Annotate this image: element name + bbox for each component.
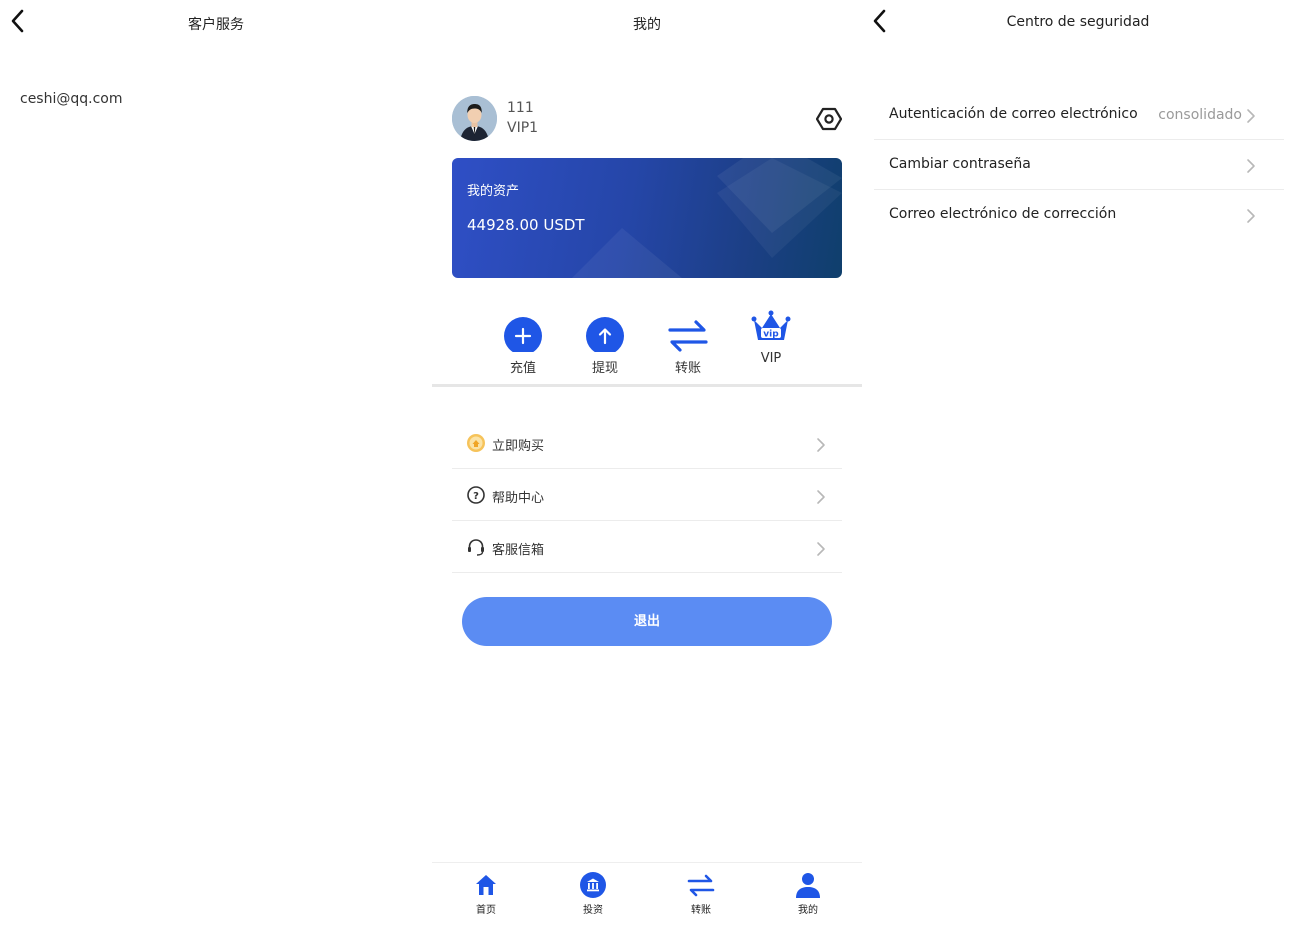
menu-item-service-mailbox[interactable]: 客服信箱 xyxy=(452,521,842,573)
withdraw-button[interactable]: 提现 xyxy=(570,312,640,380)
plus-circle-icon xyxy=(504,317,542,352)
vip-button[interactable]: vip VIP xyxy=(736,306,806,374)
tab-label: 投资 xyxy=(583,905,603,916)
user-vip-level: VIP1 xyxy=(507,120,539,136)
security-settings-list: Autenticación de correo electrónico cons… xyxy=(874,90,1284,240)
tab-invest[interactable]: 投资 xyxy=(563,871,623,916)
vip-crown-icon: vip xyxy=(751,310,791,340)
chevron-right-icon xyxy=(1246,158,1256,174)
svg-text:vip: vip xyxy=(763,330,779,340)
correction-email-item[interactable]: Correo electrónico de corrección xyxy=(874,190,1284,240)
setting-label: Correo electrónico de corrección xyxy=(889,206,1117,222)
tab-home[interactable]: 首页 xyxy=(456,871,516,916)
tab-transfer[interactable]: 转账 xyxy=(671,871,731,916)
action-label: VIP xyxy=(760,351,782,366)
tab-label: 转账 xyxy=(691,905,711,916)
user-profile: 111 VIP1 xyxy=(452,96,842,144)
action-label: 转账 xyxy=(674,361,701,376)
menu-item-help-center[interactable]: ? 帮助中心 xyxy=(452,469,842,521)
home-icon xyxy=(476,875,496,895)
assets-card: 我的资产 44928.00 USDT xyxy=(452,158,842,278)
setting-label: Autenticación de correo electrónico xyxy=(889,106,1138,122)
tab-label: 我的 xyxy=(798,905,818,916)
coin-icon xyxy=(466,433,486,453)
transfer-button[interactable]: 转账 xyxy=(653,312,723,380)
chevron-right-icon xyxy=(816,437,826,453)
menu-item-label: 立即购买 xyxy=(492,439,545,454)
recharge-button[interactable]: 充值 xyxy=(488,312,558,380)
page-title: Centro de seguridad xyxy=(1006,14,1150,30)
top-bar: 我的 xyxy=(432,0,862,46)
menu-item-label: 客服信箱 xyxy=(492,543,545,558)
top-bar: 客户服务 xyxy=(0,0,432,46)
quick-actions: 充值 提现 转账 vip VIP xyxy=(432,310,862,382)
chevron-right-icon xyxy=(816,541,826,557)
tab-label: 首页 xyxy=(476,905,496,916)
person-icon xyxy=(796,873,820,898)
transfer-arrows-icon xyxy=(668,320,708,352)
arrow-up-circle-icon xyxy=(586,317,624,352)
logout-button[interactable]: 退出 xyxy=(462,597,832,646)
support-email: ceshi@qq.com xyxy=(20,91,123,107)
user-name: 111 xyxy=(507,100,534,116)
assets-label: 我的资产 xyxy=(467,184,520,199)
change-password-item[interactable]: Cambiar contraseña xyxy=(874,140,1284,190)
account-menu: 立即购买 ? 帮助中心 客服信箱 xyxy=(452,417,842,573)
action-label: 充值 xyxy=(509,361,536,376)
security-center-screen: Centro de seguridad Autenticación de cor… xyxy=(862,0,1294,932)
user-avatar-icon xyxy=(452,96,497,141)
email-authentication-item[interactable]: Autenticación de correo electrónico cons… xyxy=(874,90,1284,140)
page-title: 客户服务 xyxy=(188,17,244,33)
tab-mine[interactable]: 我的 xyxy=(778,871,838,916)
chevron-right-icon xyxy=(1246,108,1256,124)
chevron-right-icon xyxy=(816,489,826,505)
setting-status: consolidado xyxy=(1158,107,1242,123)
bank-icon xyxy=(580,872,606,898)
my-account-screen: 我的 111 VIP1 我的资产 44928.00 USDT 充值 提现 转账 … xyxy=(432,0,862,932)
top-bar: Centro de seguridad xyxy=(862,0,1294,46)
customer-service-screen: 客户服务 ceshi@qq.com xyxy=(0,0,432,932)
menu-item-buy-now[interactable]: 立即购买 xyxy=(452,417,842,469)
headset-icon xyxy=(466,537,486,557)
chevron-right-icon xyxy=(1246,208,1256,224)
page-title: 我的 xyxy=(633,17,661,33)
divider xyxy=(432,384,862,387)
question-circle-icon: ? xyxy=(466,485,486,505)
transfer-arrows-icon xyxy=(687,874,715,897)
assets-amount: 44928.00 USDT xyxy=(467,216,585,234)
svg-text:?: ? xyxy=(473,491,479,502)
action-label: 提现 xyxy=(591,361,618,376)
bottom-tab-bar: 首页 投资 转账 我的 xyxy=(432,862,862,932)
menu-item-label: 帮助中心 xyxy=(492,491,545,506)
settings-hex-icon[interactable] xyxy=(816,106,842,132)
setting-label: Cambiar contraseña xyxy=(889,156,1031,172)
